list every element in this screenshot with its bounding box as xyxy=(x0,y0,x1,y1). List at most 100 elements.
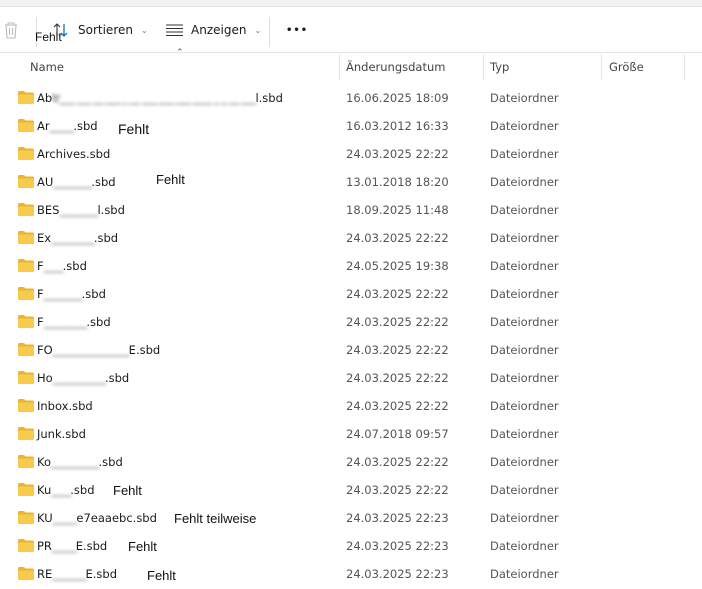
folder-icon xyxy=(18,511,34,524)
file-name: Ar_____.sbd xyxy=(37,119,98,133)
delete-button[interactable] xyxy=(3,7,19,53)
file-type: Dateiordner xyxy=(490,343,559,357)
more-options-button[interactable]: ••• xyxy=(286,7,308,53)
modified-date: 24.05.2025 19:38 xyxy=(346,259,449,273)
file-type: Dateiordner xyxy=(490,259,559,273)
modified-date: 13.01.2018 18:20 xyxy=(346,175,449,189)
table-row[interactable]: Ar_____.sbd 16.03.2012 16:33 Dateiordner xyxy=(0,113,702,141)
folder-icon xyxy=(18,147,34,160)
folder-icon xyxy=(18,539,34,552)
table-row[interactable]: Ho___________.sbd 24.03.2025 22:22 Datei… xyxy=(0,365,702,393)
column-size[interactable]: Größe xyxy=(609,54,644,80)
file-type: Dateiordner xyxy=(490,539,559,553)
table-row[interactable]: KU_____e7eaaebc.sbd 24.03.2025 22:23 Dat… xyxy=(0,505,702,533)
annotation: Fehlt xyxy=(113,483,142,498)
file-name: PR_____E.sbd xyxy=(37,539,108,553)
file-name: Ho___________.sbd xyxy=(37,371,130,385)
file-name: F____.sbd xyxy=(37,259,87,273)
folder-icon xyxy=(18,259,34,272)
command-bar: Sortieren ⌄ Anzeigen ⌄ ••• xyxy=(0,7,702,53)
folder-icon xyxy=(18,567,34,580)
modified-date: 24.03.2025 22:23 xyxy=(346,511,449,525)
file-name: Abtr___ ___ __ ___ _ __ ___ ___ ___ ____… xyxy=(37,91,283,105)
modified-date: 24.03.2025 22:22 xyxy=(346,315,449,329)
column-name[interactable]: Name xyxy=(30,54,64,80)
table-row[interactable]: Ku____.sbd 24.03.2025 22:22 Dateiordner xyxy=(0,477,702,505)
file-name: FO________________E.sbd xyxy=(37,343,161,357)
table-row[interactable]: AU________.sbd 13.01.2018 18:20 Dateiord… xyxy=(0,169,702,197)
table-row[interactable]: Ko__________.sbd 24.03.2025 22:22 Dateio… xyxy=(0,449,702,477)
modified-date: 24.03.2025 22:23 xyxy=(346,539,449,553)
folder-icon xyxy=(18,343,34,356)
table-row[interactable]: BES________l.sbd 18.09.2025 11:48 Dateio… xyxy=(0,197,702,225)
modified-date: 24.03.2025 22:22 xyxy=(346,343,449,357)
folder-icon xyxy=(18,119,34,132)
folder-icon xyxy=(18,483,34,496)
table-row[interactable]: PR_____E.sbd 24.03.2025 22:23 Dateiordne… xyxy=(0,533,702,561)
file-type: Dateiordner xyxy=(490,315,559,329)
file-type: Dateiordner xyxy=(490,399,559,413)
modified-date: 24.03.2025 22:22 xyxy=(346,371,449,385)
file-type: Dateiordner xyxy=(490,147,559,161)
column-header: Name Änderungsdatum Typ Größe xyxy=(0,54,702,80)
file-type: Dateiordner xyxy=(490,119,559,133)
sort-button[interactable]: Sortieren ⌄ xyxy=(52,7,148,53)
modified-date: 24.07.2018 09:57 xyxy=(346,427,449,441)
file-type: Dateiordner xyxy=(490,91,559,105)
view-label: Anzeigen xyxy=(191,23,247,37)
file-type: Dateiordner xyxy=(490,287,559,301)
file-type: Dateiordner xyxy=(490,427,559,441)
file-type: Dateiordner xyxy=(490,511,559,525)
file-name: Inbox.sbd xyxy=(37,399,93,413)
column-type[interactable]: Typ xyxy=(490,54,509,80)
modified-date: 24.03.2025 22:22 xyxy=(346,455,449,469)
chevron-down-icon: ⌄ xyxy=(140,25,148,35)
folder-icon xyxy=(18,427,34,440)
file-name: F_________.sbd xyxy=(37,315,111,329)
file-type: Dateiordner xyxy=(490,231,559,245)
table-row[interactable]: F________.sbd 24.03.2025 22:22 Dateiordn… xyxy=(0,281,702,309)
table-row[interactable]: Junk.sbd 24.07.2018 09:57 Dateiordner xyxy=(0,421,702,449)
file-name: Ko__________.sbd xyxy=(37,455,123,469)
table-row[interactable]: F____.sbd 24.05.2025 19:38 Dateiordner xyxy=(0,253,702,281)
table-row[interactable]: F_________.sbd 24.03.2025 22:22 Dateiord… xyxy=(0,309,702,337)
sort-label: Sortieren xyxy=(78,23,133,37)
view-button[interactable]: Anzeigen ⌄ xyxy=(166,7,261,53)
column-date[interactable]: Änderungsdatum xyxy=(346,54,445,80)
view-list-icon xyxy=(166,24,183,36)
file-name: Ku____.sbd xyxy=(37,483,95,497)
file-type: Dateiordner xyxy=(490,567,559,581)
folder-icon xyxy=(18,371,34,384)
folder-icon xyxy=(18,203,34,216)
title-strip xyxy=(0,0,702,7)
file-name: Junk.sbd xyxy=(37,427,86,441)
modified-date: 24.03.2025 22:22 xyxy=(346,147,449,161)
file-name: BES________l.sbd xyxy=(37,203,125,217)
chevron-down-icon: ⌄ xyxy=(254,25,262,35)
folder-icon xyxy=(18,91,34,104)
folder-icon xyxy=(18,399,34,412)
file-name: AU________.sbd xyxy=(37,175,116,189)
annotation: Fehlt xyxy=(156,172,185,187)
folder-icon xyxy=(18,315,34,328)
trash-icon xyxy=(5,22,17,39)
modified-date: 24.03.2025 22:23 xyxy=(346,567,449,581)
modified-date: 18.09.2025 11:48 xyxy=(346,203,449,217)
modified-date: 24.03.2025 22:22 xyxy=(346,231,449,245)
table-row[interactable]: Abtr___ ___ __ ___ _ __ ___ ___ ___ ____… xyxy=(0,85,702,113)
annotation: Fehlt xyxy=(118,121,150,137)
folder-icon xyxy=(18,175,34,188)
table-row[interactable]: FO________________E.sbd 24.03.2025 22:22… xyxy=(0,337,702,365)
table-row[interactable]: Inbox.sbd 24.03.2025 22:22 Dateiordner xyxy=(0,393,702,421)
file-type: Dateiordner xyxy=(490,203,559,217)
annotation: Fehlt xyxy=(35,30,62,44)
file-type: Dateiordner xyxy=(490,483,559,497)
file-type: Dateiordner xyxy=(490,371,559,385)
modified-date: 24.03.2025 22:22 xyxy=(346,287,449,301)
table-row[interactable]: RE_______E.sbd 24.03.2025 22:23 Dateiord… xyxy=(0,561,702,589)
annotation: Fehlt xyxy=(128,539,157,554)
table-row[interactable]: Archives.sbd 24.03.2025 22:22 Dateiordne… xyxy=(0,141,702,169)
folder-icon xyxy=(18,455,34,468)
table-row[interactable]: Ex_________.sbd 24.03.2025 22:22 Dateior… xyxy=(0,225,702,253)
annotation: Fehlt teilweise xyxy=(174,511,257,526)
